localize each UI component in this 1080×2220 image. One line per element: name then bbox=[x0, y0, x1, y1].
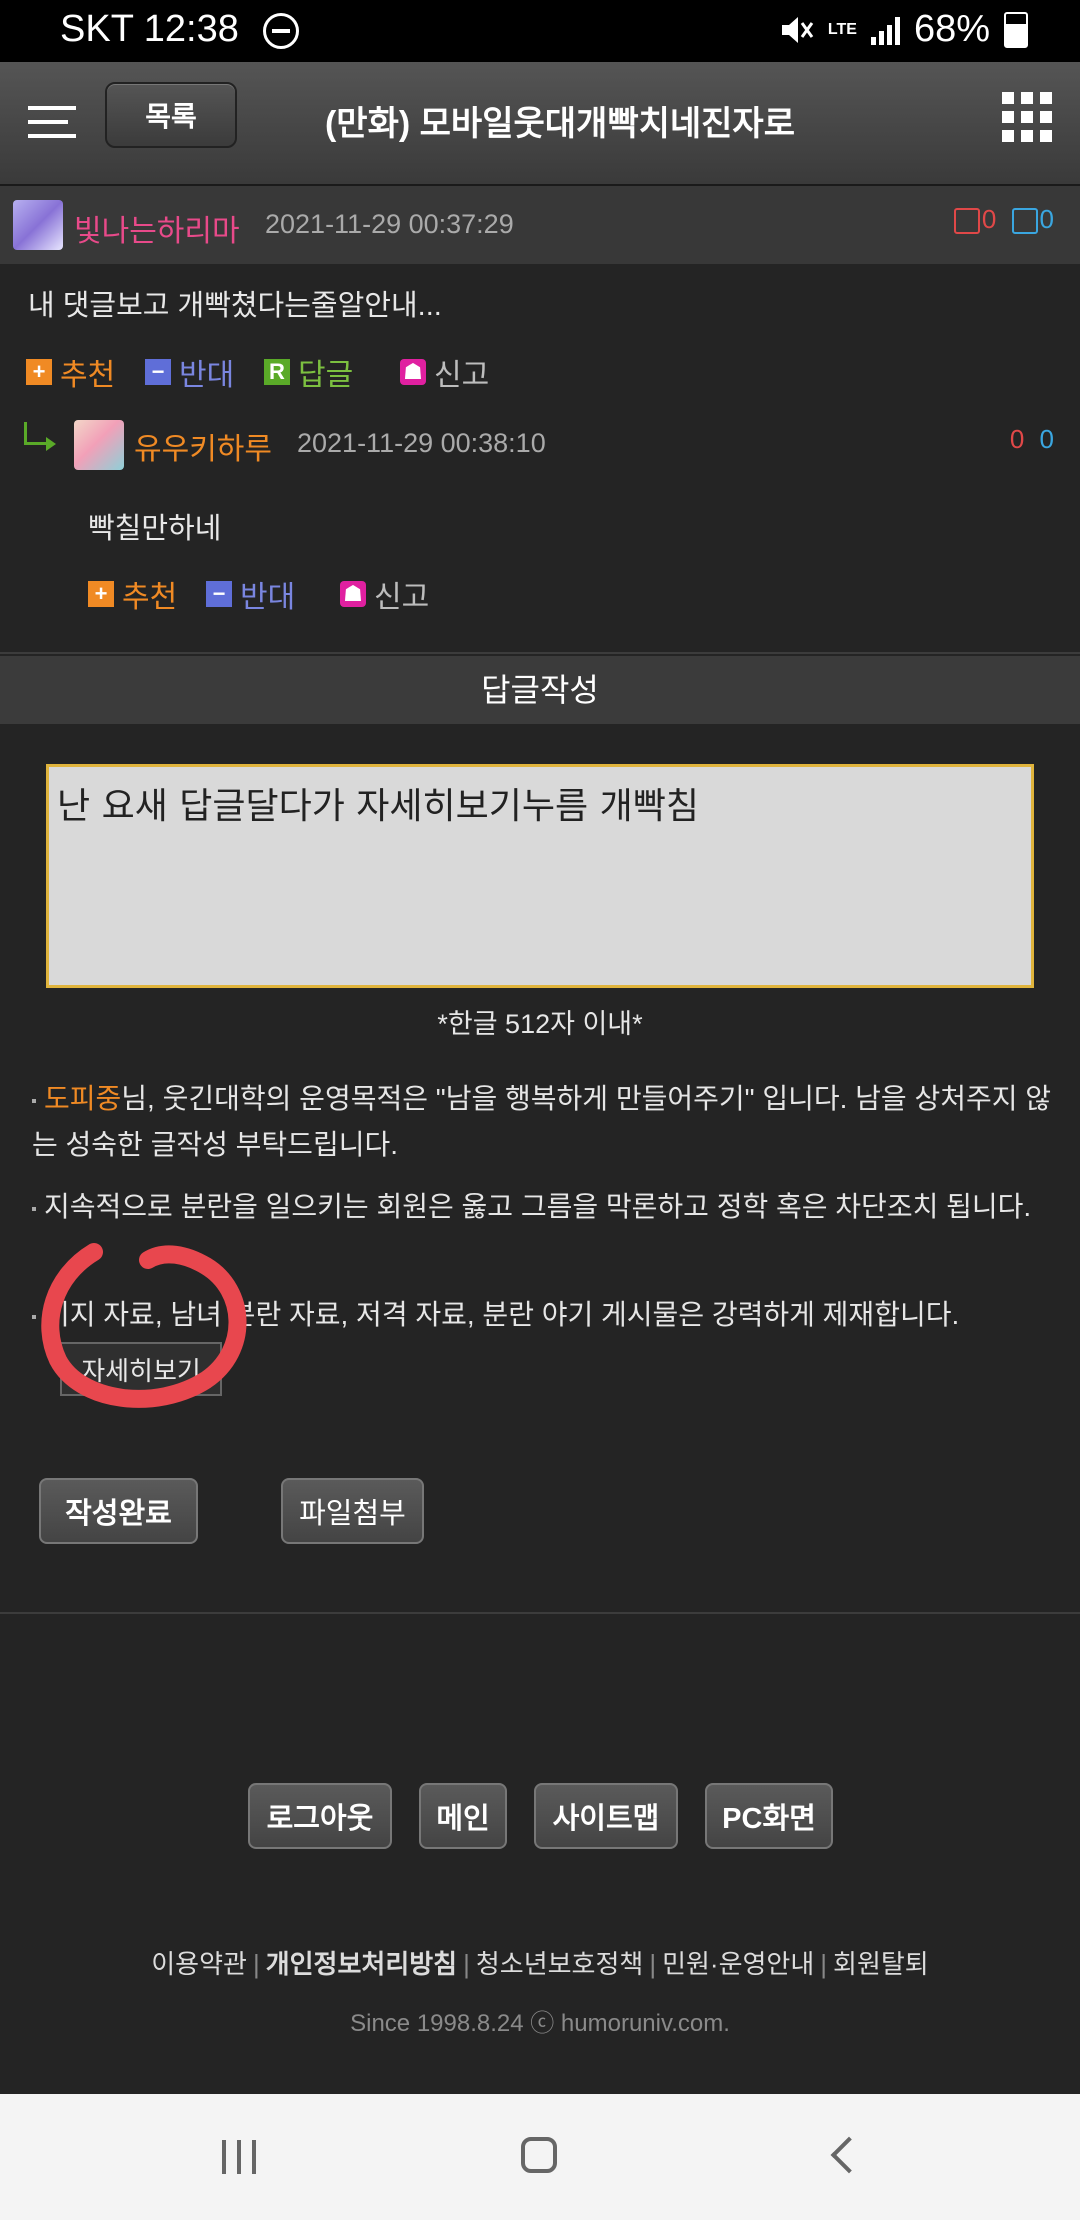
footer-links: 이용약관 | 개인정보처리방침 | 청소년보호정책 | 민원·운영안내 | 회원탈퇴 bbox=[151, 1949, 929, 1979]
signal-icon bbox=[870, 15, 900, 45]
divider bbox=[0, 1612, 1080, 1614]
notice-3: 이지 자료, 남녀 분란 자료, 저격 자료, 분란 야기 게시물은 강력하게 … bbox=[32, 1292, 1056, 1338]
recommend-label: 추천 bbox=[122, 581, 178, 614]
thumbs-up-icon[interactable] bbox=[953, 208, 980, 235]
apps-grid-icon[interactable] bbox=[1002, 92, 1052, 142]
comment-header: 빛나는하리마 2021-11-29 00:37:29 0 0 bbox=[0, 186, 1080, 264]
do-not-disturb-icon bbox=[263, 12, 300, 49]
oppose-label: 반대 bbox=[240, 581, 296, 614]
logout-button[interactable]: 로그아웃 bbox=[248, 1783, 392, 1849]
comment-votes: 0 0 bbox=[953, 204, 1054, 235]
lte-indicator: LTE bbox=[827, 20, 857, 38]
minus-icon: − bbox=[145, 359, 171, 385]
reply-up-count[interactable]: 0 bbox=[1010, 424, 1024, 454]
up-count: 0 bbox=[981, 204, 997, 234]
recommend-button[interactable]: + 추천 bbox=[26, 350, 115, 394]
notice-text: 지속적으로 분란을 일으키는 회원은 옳고 그름을 막론하고 정학 혹은 차단조… bbox=[44, 1191, 1032, 1222]
reply-form-heading: 답글작성 bbox=[0, 656, 1080, 724]
system-nav-bar bbox=[0, 2094, 1080, 2220]
notice-2: 지속적으로 분란을 일으키는 회원은 옳고 그름을 막론하고 정학 혹은 차단조… bbox=[32, 1184, 1056, 1230]
support-link[interactable]: 민원·운영안내 bbox=[662, 1949, 814, 1979]
oppose-button[interactable]: − 반대 bbox=[145, 350, 234, 394]
attach-file-button[interactable]: 파일첨부 bbox=[281, 1478, 424, 1544]
detail-view-button[interactable]: 자세히보기 bbox=[60, 1342, 222, 1396]
reply-button[interactable]: R 답글 bbox=[264, 350, 353, 394]
sitemap-button[interactable]: 사이트맵 bbox=[534, 1783, 678, 1849]
plus-icon: + bbox=[26, 359, 52, 385]
carrier-time: SKT 12:38 bbox=[60, 8, 300, 51]
recommend-label: 추천 bbox=[60, 359, 116, 392]
clock: 12:38 bbox=[143, 8, 239, 50]
main-button[interactable]: 메인 bbox=[419, 1783, 507, 1849]
top-header: 목록 (만화) 모바일웃대개빡치네진자로 bbox=[0, 62, 1080, 186]
list-button[interactable]: 목록 bbox=[105, 82, 237, 148]
report-button[interactable]: ☗ 신고 bbox=[400, 350, 489, 394]
avatar[interactable] bbox=[13, 200, 63, 250]
withdraw-link[interactable]: 회원탈퇴 bbox=[833, 1949, 929, 1979]
comment-author[interactable]: 빛나는하리마 bbox=[74, 206, 240, 250]
reply-date: 2021-11-29 00:38:10 bbox=[297, 428, 546, 458]
mute-icon bbox=[781, 16, 814, 43]
reply-votes: 0 0 bbox=[1010, 424, 1054, 455]
menu-icon[interactable] bbox=[28, 106, 76, 140]
recent-apps-icon[interactable] bbox=[222, 2140, 256, 2174]
reply-avatar[interactable] bbox=[74, 420, 124, 470]
bullet bbox=[32, 1098, 36, 1103]
notice-text: 이지 자료, 남녀 분란 자료, 저격 자료, 분란 야기 게시물은 강력하게 … bbox=[44, 1299, 960, 1330]
reply-down-count[interactable]: 0 bbox=[1040, 424, 1054, 454]
divider bbox=[0, 652, 1080, 654]
user-nickname: 도피중 bbox=[44, 1083, 122, 1114]
plus-icon: + bbox=[88, 581, 114, 607]
char-limit-note: *한글 512자 이내* bbox=[437, 1009, 643, 1039]
submit-button[interactable]: 작성완료 bbox=[39, 1478, 198, 1544]
battery-percent: 68% bbox=[913, 8, 990, 50]
comment-text: 내 댓글보고 개빡쳤다는줄알안내... bbox=[28, 290, 442, 322]
oppose-label: 반대 bbox=[179, 359, 235, 392]
pc-view-button[interactable]: PC화면 bbox=[705, 1783, 833, 1849]
page-title: (만화) 모바일웃대개빡치네진자로 bbox=[324, 105, 795, 143]
copyright: Since 1998.8.24 ⓒ humoruniv.com. bbox=[350, 2010, 730, 2037]
status-bar: SKT 12:38 LTE 68% bbox=[0, 0, 1080, 62]
back-icon[interactable] bbox=[830, 2136, 868, 2174]
report-icon: ☗ bbox=[340, 581, 366, 607]
report-icon: ☗ bbox=[400, 359, 426, 385]
report-label: 신고 bbox=[434, 359, 490, 392]
privacy-link[interactable]: 개인정보처리방침 bbox=[266, 1949, 457, 1979]
home-icon[interactable] bbox=[521, 2137, 557, 2173]
reply-report-button[interactable]: ☗ 신고 bbox=[340, 572, 429, 616]
bullet bbox=[32, 1314, 36, 1319]
status-icons: LTE 68% bbox=[780, 8, 1028, 51]
reply-label: 답글 bbox=[298, 359, 354, 392]
carrier-label: SKT bbox=[60, 8, 134, 50]
report-label: 신고 bbox=[374, 581, 430, 614]
bullet bbox=[32, 1206, 36, 1211]
battery-icon bbox=[1004, 11, 1028, 48]
reply-textarea[interactable]: 난 요새 답글달다가 자세히보기누름 개빡침 bbox=[46, 764, 1034, 988]
reply-oppose-button[interactable]: − 반대 bbox=[206, 572, 295, 616]
minus-icon: − bbox=[206, 581, 232, 607]
reply-icon: R bbox=[264, 359, 290, 385]
thumbs-down-icon[interactable] bbox=[1011, 208, 1038, 235]
notice-1: 도피중님, 웃긴대학의 운영목적은 "남을 행복하게 만들어주기" 입니다. 남… bbox=[32, 1076, 1056, 1168]
reply-text: 빡칠만하네 bbox=[88, 513, 222, 545]
comment-date: 2021-11-29 00:37:29 bbox=[265, 209, 514, 239]
reply-arrow-icon bbox=[24, 422, 56, 451]
down-count: 0 bbox=[1039, 204, 1054, 234]
reply-recommend-button[interactable]: + 추천 bbox=[88, 572, 177, 616]
youth-policy-link[interactable]: 청소년보호정책 bbox=[476, 1949, 643, 1979]
terms-link[interactable]: 이용약관 bbox=[151, 1949, 247, 1979]
notice-text: 님, 웃긴대학의 운영목적은 "남을 행복하게 만들어주기" 입니다. 남을 상… bbox=[32, 1083, 1052, 1160]
reply-author[interactable]: 유우키하루 bbox=[134, 424, 272, 468]
